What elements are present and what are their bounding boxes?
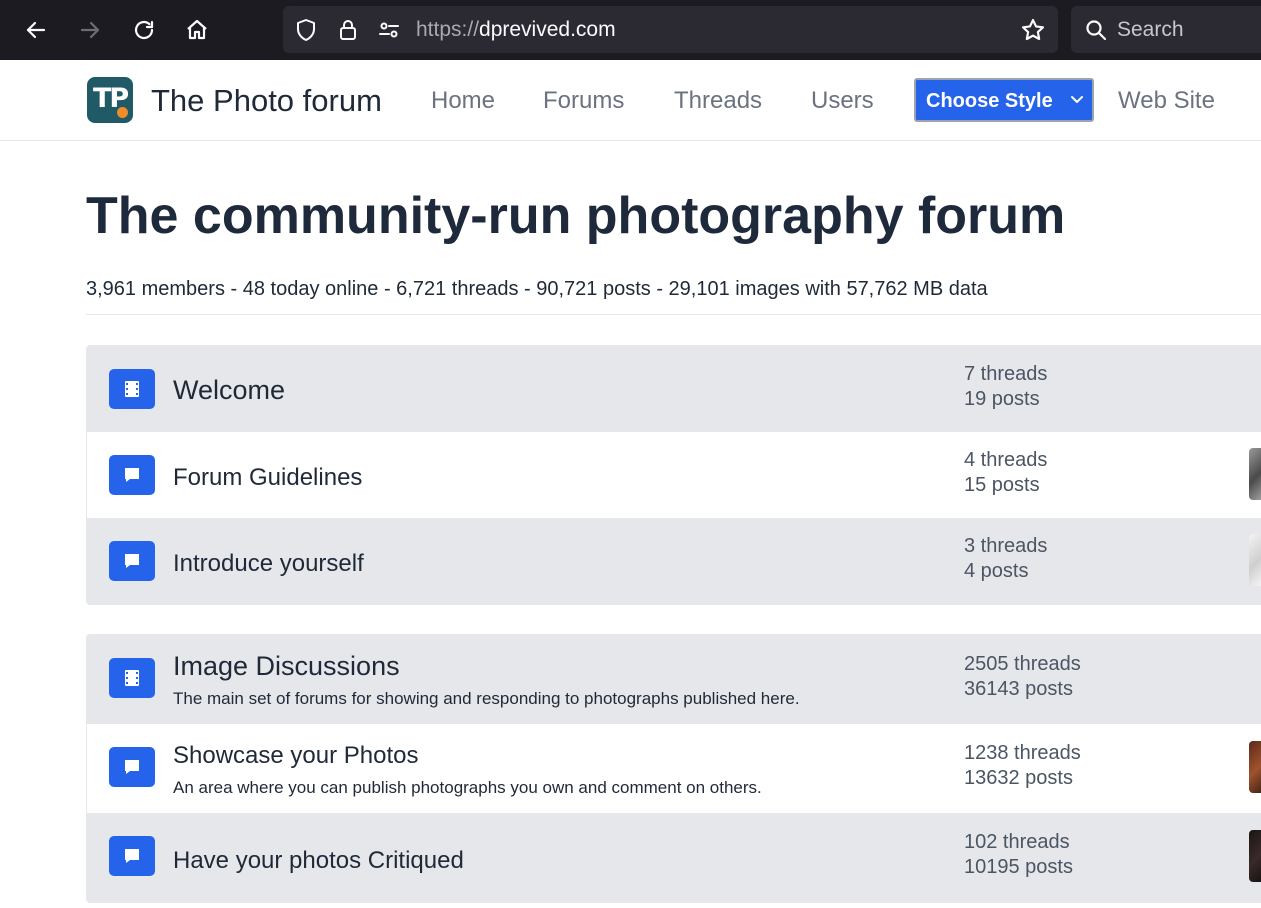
forum-title[interactable]: Showcase your Photos [173, 742, 418, 770]
shield-icon[interactable] [293, 17, 319, 43]
post-count: 13632 posts [964, 767, 1073, 789]
forum-row-guidelines[interactable]: Forum Guidelines 4 threads 15 posts [87, 432, 1261, 518]
category-title[interactable]: Welcome [173, 375, 285, 406]
post-count: 19 posts [964, 388, 1040, 410]
home-icon[interactable] [179, 12, 215, 48]
chat-bubble-icon [109, 747, 155, 787]
post-count: 36143 posts [964, 678, 1073, 700]
nav-home[interactable]: Home [431, 87, 495, 115]
film-strip-icon [109, 369, 155, 409]
url-host: dprevived.com [479, 18, 616, 41]
page-title: The community-run photography forum [86, 187, 1066, 245]
thread-count: 7 threads [964, 363, 1048, 385]
nav-users[interactable]: Users [811, 87, 874, 115]
divider [86, 314, 1261, 315]
search-placeholder: Search [1117, 18, 1184, 41]
thread-count: 4 threads [964, 449, 1048, 471]
category-row-welcome[interactable]: Welcome 7 threads 19 posts [87, 346, 1261, 432]
logo-dot [117, 107, 128, 118]
forum-stats-block: 1238 threads 13632 posts [964, 741, 1081, 791]
back-arrow-icon[interactable] [18, 12, 54, 48]
choose-style-dropdown[interactable]: Choose Style [914, 78, 1094, 122]
forum-row-showcase[interactable]: Showcase your Photos An area where you c… [87, 724, 1261, 813]
post-count: 10195 posts [964, 856, 1073, 878]
forum-stats: 3,961 members - 48 today online - 6,721 … [86, 278, 988, 300]
nav-forums[interactable]: Forums [543, 87, 624, 115]
site-logo[interactable]: TP [87, 77, 133, 123]
permissions-icon[interactable] [376, 17, 402, 43]
category-row-image-discussions[interactable]: Image Discussions The main set of forums… [87, 635, 1261, 724]
forum-stats-block: 3 threads 4 posts [964, 534, 1047, 584]
browser-toolbar: https://dprevived.com Search [0, 0, 1261, 60]
post-count: 4 posts [964, 560, 1029, 582]
url-text[interactable]: https://dprevived.com [416, 18, 616, 42]
post-count: 15 posts [964, 474, 1040, 496]
url-bar[interactable]: https://dprevived.com [283, 6, 1058, 53]
reload-icon[interactable] [126, 12, 162, 48]
browser-search-box[interactable]: Search [1071, 6, 1261, 53]
url-scheme: https:// [416, 18, 480, 41]
chat-bubble-icon [109, 541, 155, 581]
forum-title[interactable]: Have your photos Critiqued [173, 847, 464, 875]
latest-post-thumbnail[interactable] [1249, 830, 1261, 882]
nav-threads[interactable]: Threads [674, 87, 762, 115]
forum-row-introduce[interactable]: Introduce yourself 3 threads 4 posts [87, 518, 1261, 604]
lock-icon[interactable] [335, 17, 361, 43]
forum-stats-block: 7 threads 19 posts [964, 362, 1047, 412]
site-title[interactable]: The Photo forum [151, 83, 382, 119]
search-icon [1083, 17, 1109, 43]
latest-post-thumbnail[interactable] [1249, 741, 1261, 793]
category-description: The main set of forums for showing and r… [173, 689, 800, 708]
film-strip-icon [109, 658, 155, 698]
chat-bubble-icon [109, 455, 155, 495]
thread-count: 1238 threads [964, 742, 1081, 764]
bookmark-star-icon[interactable] [1020, 17, 1046, 43]
chat-bubble-icon [109, 836, 155, 876]
site-header: TP The Photo forum Home Forums Threads U… [0, 60, 1261, 141]
forum-title[interactable]: Forum Guidelines [173, 464, 362, 492]
forum-stats-block: 2505 threads 36143 posts [964, 652, 1081, 702]
latest-post-thumbnail[interactable] [1249, 534, 1261, 586]
nav-web-site[interactable]: Web Site [1118, 87, 1215, 115]
forum-section-welcome: Welcome 7 threads 19 posts Forum Guideli… [86, 345, 1261, 605]
forum-row-critique[interactable]: Have your photos Critiqued 102 threads 1… [87, 813, 1261, 902]
chevron-down-icon [1071, 96, 1083, 103]
latest-post-thumbnail[interactable] [1249, 448, 1261, 500]
forward-arrow-icon[interactable] [72, 12, 108, 48]
choose-style-label: Choose Style [926, 90, 1053, 112]
forum-description: An area where you can publish photograph… [173, 778, 762, 797]
forum-stats-block: 4 threads 15 posts [964, 448, 1047, 498]
forum-section-image-discussions: Image Discussions The main set of forums… [86, 634, 1261, 903]
forum-title[interactable]: Introduce yourself [173, 550, 364, 578]
category-title[interactable]: Image Discussions [173, 651, 400, 682]
forum-stats-block: 102 threads 10195 posts [964, 830, 1073, 880]
thread-count: 2505 threads [964, 653, 1081, 675]
thread-count: 3 threads [964, 535, 1048, 557]
thread-count: 102 threads [964, 831, 1070, 853]
